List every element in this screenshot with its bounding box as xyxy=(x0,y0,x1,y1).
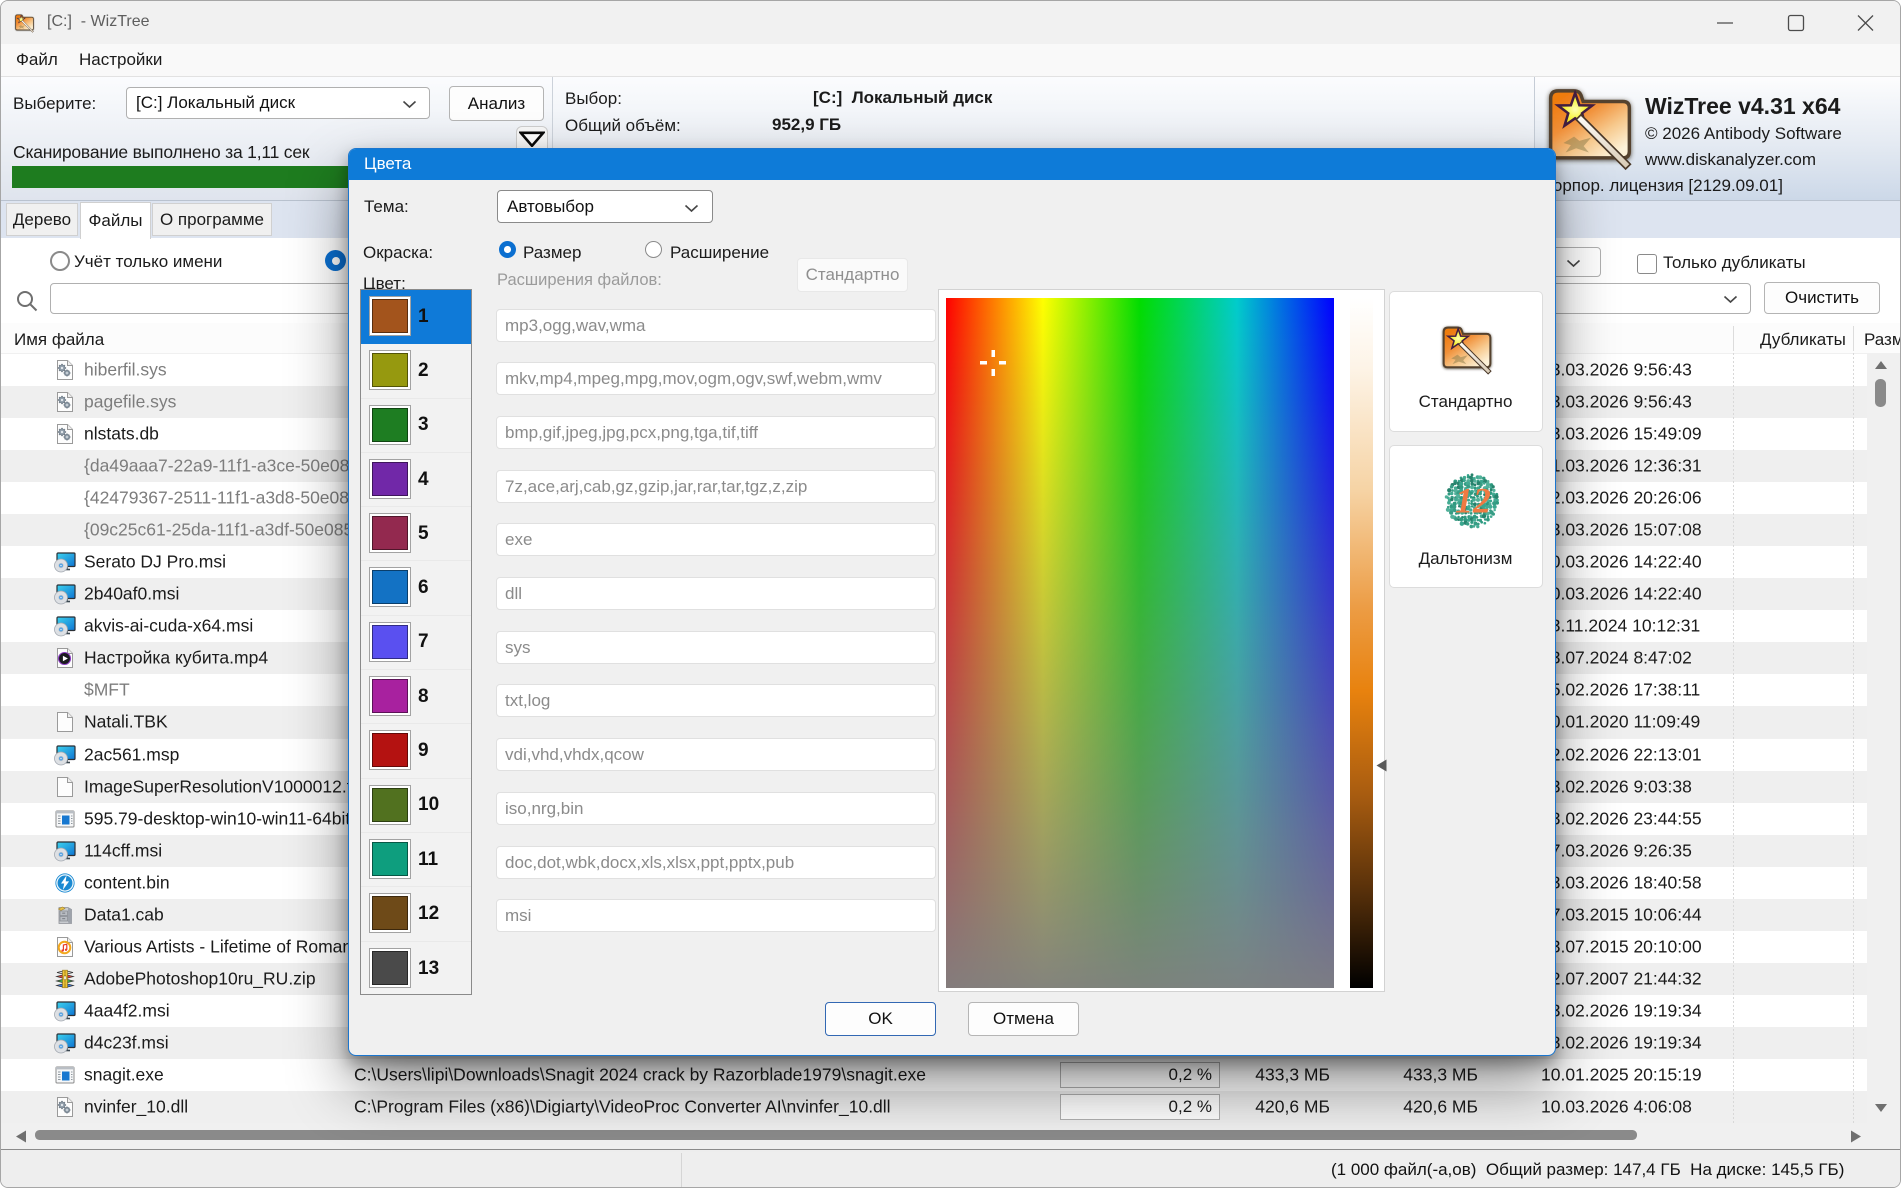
svg-text:12: 12 xyxy=(1455,481,1491,521)
